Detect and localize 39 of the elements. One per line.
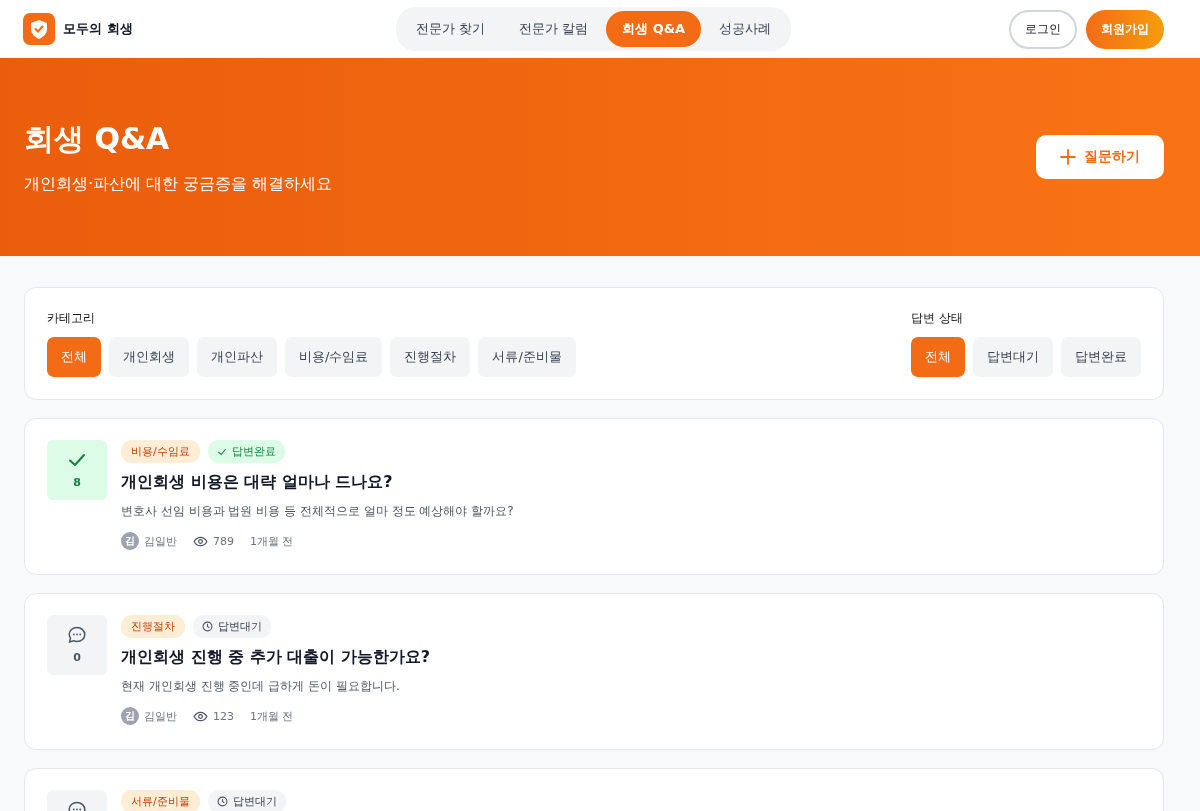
question-title: 개인회생 비용은 대략 얼마나 드나요? xyxy=(121,472,394,493)
category-tag: 서류/준비물 xyxy=(121,790,200,811)
author-name: 김일반 xyxy=(144,533,177,549)
category-tag: 비용/수임료 xyxy=(121,440,200,463)
posted-time: 1개월 전 xyxy=(250,708,294,724)
view-count: 789 xyxy=(213,534,234,548)
category-tag: 진행절차 xyxy=(121,615,185,638)
posted-time: 1개월 전 xyxy=(250,533,294,549)
nav-tab[interactable]: 전문가 찾기 xyxy=(399,11,501,47)
login-button[interactable]: 로그인 xyxy=(1009,9,1077,49)
status-tag: 답변대기 xyxy=(207,790,286,811)
question-card[interactable]: 0 진행절차 답변대기 개인회생 진행 중 추가 대출이 가능한가요? 현재 개인회생 진행 중인데 급하게 돈이 필요합니다. 김 김일반 123 1개월 전 xyxy=(24,593,1164,750)
status-label: 답변 상태 xyxy=(911,310,964,327)
author-name: 김일반 xyxy=(144,708,177,724)
question-excerpt: 변호사 선임 비용과 법원 비용 등 전체적으로 얼마 정도 예상해야 할까요? xyxy=(121,503,514,520)
category-filter[interactable]: 서류/준비물 xyxy=(478,337,576,377)
status-tag: 답변대기 xyxy=(193,615,271,638)
question-card[interactable]: 서류/준비물 답변대기 xyxy=(24,768,1164,811)
nav-tab[interactable]: 성공사례 xyxy=(703,11,788,47)
category-filter[interactable]: 개인회생 xyxy=(109,337,189,377)
answer-count: 0 xyxy=(73,651,81,664)
hero-title: 회생 Q&A xyxy=(24,120,171,158)
brand-name: 모두의 회생 xyxy=(63,20,133,38)
avatar: 김 xyxy=(121,707,139,725)
answer-count: 8 xyxy=(73,476,81,489)
category-label: 카테고리 xyxy=(47,310,96,327)
question-title: 개인회생 진행 중 추가 대출이 가능한가요? xyxy=(121,647,431,668)
status-tag: 답변완료 xyxy=(207,440,285,463)
status-filter[interactable]: 답변완료 xyxy=(1061,337,1141,377)
status-filter[interactable]: 답변대기 xyxy=(973,337,1053,377)
category-filter[interactable]: 진행절차 xyxy=(390,337,471,377)
view-count: 123 xyxy=(213,709,234,723)
nav-tab[interactable]: 전문가 칼럼 xyxy=(503,11,605,47)
question-card[interactable]: 8 비용/수임료 답변완료 개인회생 비용은 대략 얼마나 드나요? 변호사 선임 비용과 법원 비용 등 전체적으로 얼마 정도 예상해야 할까요? 김 김일반 789 1개월 전 xyxy=(24,418,1164,575)
avatar: 김 xyxy=(121,532,139,550)
question-excerpt: 현재 개인회생 진행 중인데 급하게 돈이 필요합니다. xyxy=(121,678,401,695)
category-filter[interactable]: 개인파산 xyxy=(197,337,277,377)
hero-subtitle: 개인회생·파산에 대한 궁금증을 해결하세요 xyxy=(24,174,333,195)
category-filter[interactable]: 비용/수임료 xyxy=(285,337,383,377)
